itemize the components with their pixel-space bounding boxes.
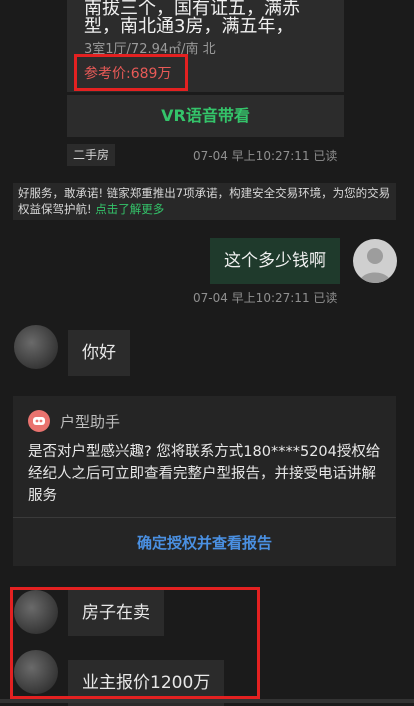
- notice-text: 好服务，敢承诺! 链家郑重推出7项承诺，构建安全交易环境，为您的交易权益保驾护航…: [18, 186, 391, 216]
- agent-message-hello: 你好: [68, 330, 130, 376]
- assistant-robot-icon: [28, 410, 50, 432]
- messages-highlight-box: [10, 587, 260, 699]
- assistant-message: 是否对户型感兴趣? 您将联系方式180****5204授权给经纪人之后可立即查看…: [28, 444, 381, 504]
- user-message-timestamp: 07-04 早上10:27:11 已读: [193, 291, 338, 305]
- agent-avatar[interactable]: [14, 325, 58, 369]
- authorize-view-report-button[interactable]: 确定授权并查看报告: [13, 521, 396, 565]
- user-message-bubble: 这个多少钱啊: [210, 238, 340, 284]
- person-icon: [359, 248, 391, 283]
- listing-title-line2: 型，南北通3房，满五年，: [84, 16, 294, 37]
- vr-tour-button[interactable]: VR语音带看: [67, 95, 344, 137]
- notice-learn-more-link[interactable]: 点击了解更多: [95, 202, 164, 216]
- price-highlight-box: [74, 54, 188, 91]
- assistant-title: 户型助手: [60, 413, 121, 431]
- listing-timestamp: 07-04 早上10:27:11 已读: [193, 149, 338, 163]
- bottom-bar: [0, 699, 414, 703]
- listing-type-tag: 二手房: [67, 144, 115, 166]
- divider: [13, 517, 396, 518]
- service-notice: 好服务，敢承诺! 链家郑重推出7项承诺，构建安全交易环境，为您的交易权益保驾护航…: [13, 183, 396, 220]
- user-avatar[interactable]: [353, 239, 397, 283]
